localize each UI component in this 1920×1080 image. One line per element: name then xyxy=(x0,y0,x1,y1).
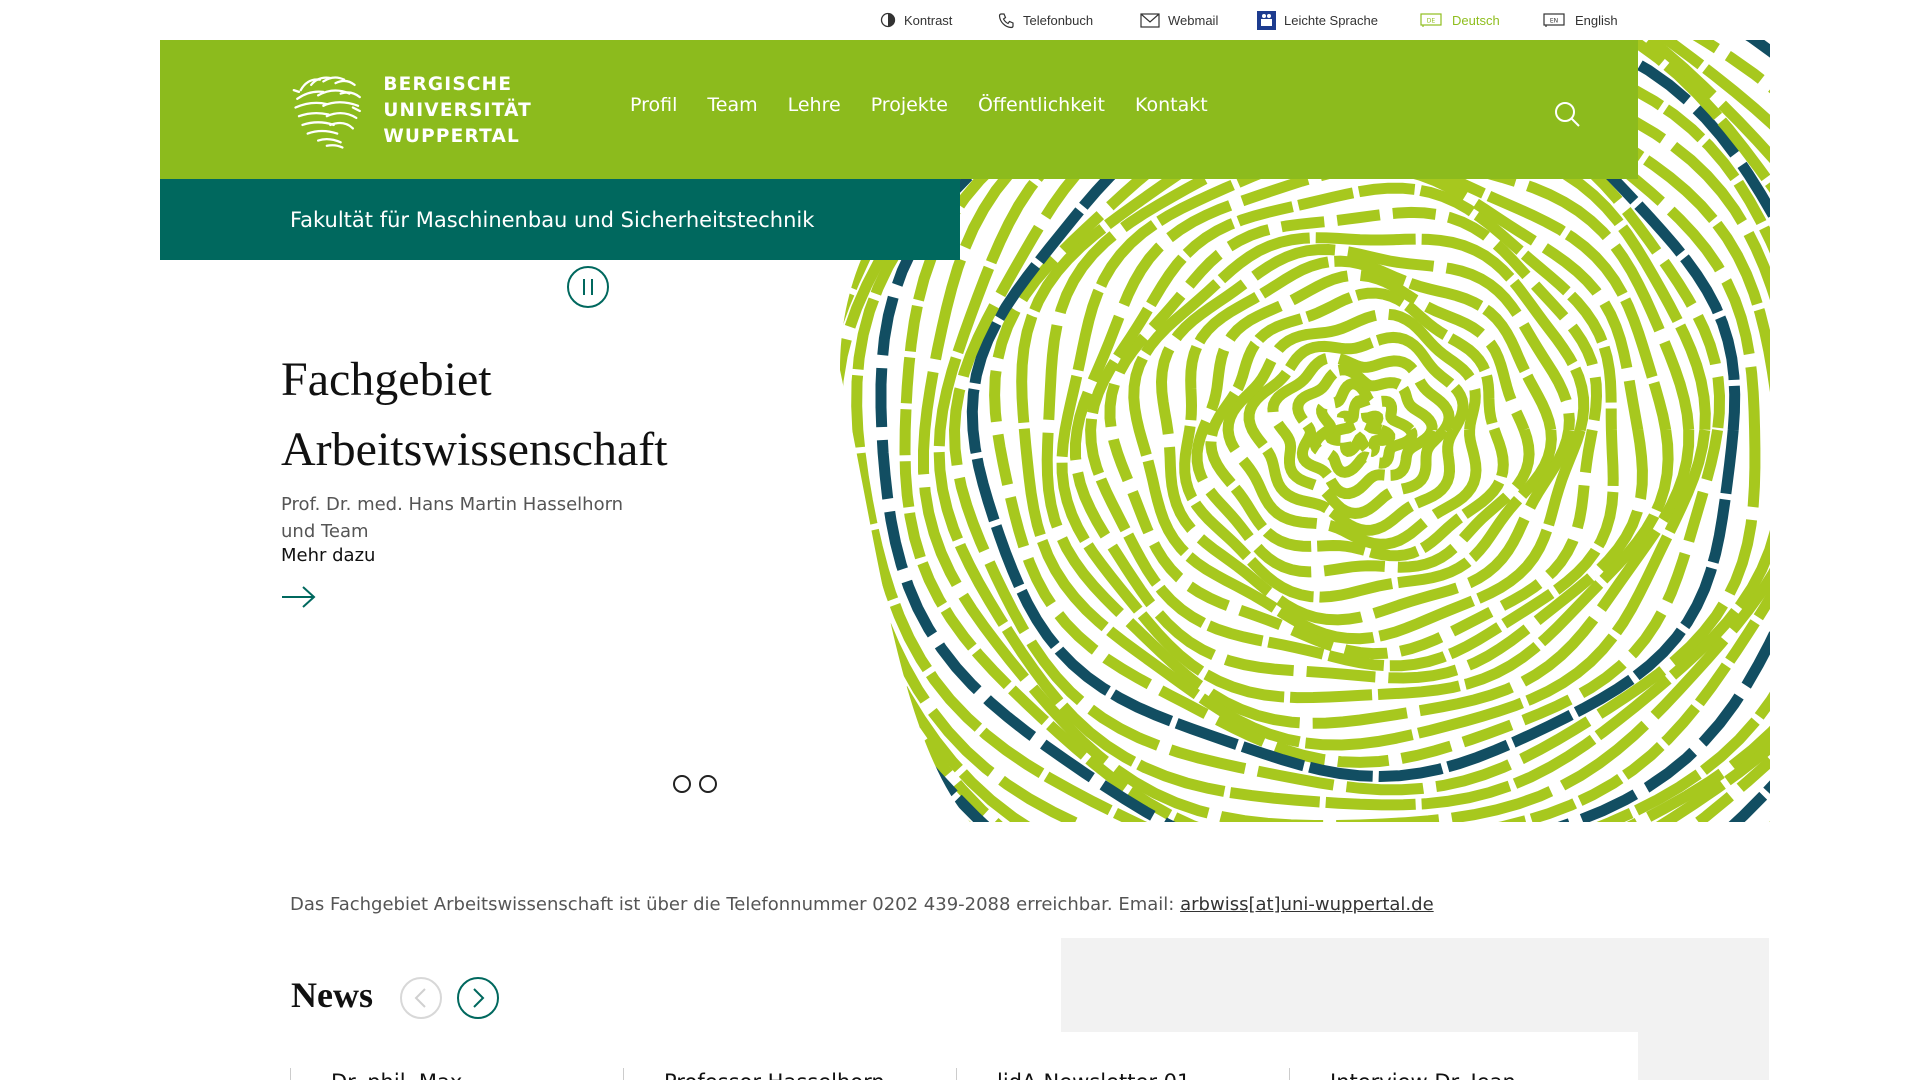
fingerprint-ridge xyxy=(1309,378,1418,478)
news-list: Dr. phil. Max Professor Hasselhorn lidA-… xyxy=(290,1068,1590,1080)
hero-subtitle-line-2: und Team xyxy=(281,521,369,542)
contrast-link[interactable]: Kontrast xyxy=(880,10,952,30)
flag-de-text: DE xyxy=(1427,17,1436,24)
nav-lehre[interactable]: Lehre xyxy=(788,94,841,116)
lion-logo-icon xyxy=(292,76,361,149)
search-icon xyxy=(1555,102,1580,127)
contact-info: Das Fachgebiet Arbeitswissenschaft ist ü… xyxy=(290,894,1434,915)
language-en-link[interactable]: EN English xyxy=(1543,10,1618,30)
flag-en-icon: EN xyxy=(1543,12,1565,27)
faculty-label: Fakultät für Maschinenbau und Sicherheit… xyxy=(290,207,815,232)
pause-icon-bar-left xyxy=(583,279,585,295)
mail-icon xyxy=(1140,12,1160,28)
language-de-link[interactable]: DE Deutsch xyxy=(1420,10,1500,30)
easy-language-icon xyxy=(1257,10,1276,30)
contrast-label: Kontrast xyxy=(904,12,953,28)
site-header: BERGISCHE UNIVERSITÄT WUPPERTAL Profil T… xyxy=(160,40,1638,179)
main-nav: Profil Team Lehre Projekte Öffentlichkei… xyxy=(630,94,1238,116)
slider-pause-button[interactable] xyxy=(567,266,609,308)
chevron-right-icon xyxy=(473,988,485,1008)
faculty-banner[interactable]: Fakultät für Maschinenbau und Sicherheit… xyxy=(160,179,960,260)
hero-title-line-2: Arbeitswissenschaft xyxy=(281,423,668,476)
phonebook-link[interactable]: Telefonbuch xyxy=(998,10,1093,30)
language-en-label: English xyxy=(1575,12,1618,28)
hero-more-link[interactable]: Mehr dazu xyxy=(281,545,375,566)
nav-projekte[interactable]: Projekte xyxy=(871,94,948,116)
logo-line-3: WUPPERTAL xyxy=(383,126,520,147)
nav-oeffentlichkeit[interactable]: Öffentlichkeit xyxy=(978,94,1105,116)
phone-icon xyxy=(998,12,1014,28)
chevron-left-icon xyxy=(414,988,426,1008)
arrow-right-icon[interactable] xyxy=(281,583,317,611)
logo-text: BERGISCHE UNIVERSITÄT WUPPERTAL xyxy=(383,72,532,150)
slider-dot-2[interactable] xyxy=(699,775,717,793)
news-item-1[interactable]: Dr. phil. Max xyxy=(290,1068,462,1080)
easy-language-label: Leichte Sprache xyxy=(1284,12,1378,28)
language-de-label: Deutsch xyxy=(1452,12,1500,28)
phonebook-label: Telefonbuch xyxy=(1023,12,1094,28)
news-prev-button[interactable] xyxy=(400,977,442,1019)
university-logo[interactable]: BERGISCHE UNIVERSITÄT WUPPERTAL xyxy=(292,66,532,156)
slider-dot-1[interactable] xyxy=(673,775,691,793)
webmail-label: Webmail xyxy=(1168,12,1219,28)
search-button[interactable] xyxy=(1552,100,1582,130)
hero-title: Fachgebiet Arbeitswissenschaft xyxy=(281,345,801,485)
hero-title-line-1: Fachgebiet xyxy=(281,353,492,406)
contact-email-link[interactable]: arbwiss[at]uni-wuppertal.de xyxy=(1180,894,1434,915)
utility-bar: Kontrast Telefonbuch Webmail Leichte Spr… xyxy=(0,0,1920,40)
logo-line-1: BERGISCHE xyxy=(383,74,513,95)
nav-kontakt[interactable]: Kontakt xyxy=(1135,94,1208,116)
news-next-button[interactable] xyxy=(457,977,499,1019)
logo-line-2: UNIVERSITÄT xyxy=(383,100,532,121)
pause-icon-bar-right xyxy=(591,279,593,295)
hero-subtitle: Prof. Dr. med. Hans Martin Hasselhorn un… xyxy=(281,491,641,545)
webmail-link[interactable]: Webmail xyxy=(1140,10,1218,30)
contrast-icon xyxy=(880,12,896,28)
nav-team[interactable]: Team xyxy=(707,94,757,116)
flag-en-text: EN xyxy=(1550,17,1558,24)
contact-info-text: Das Fachgebiet Arbeitswissenschaft ist ü… xyxy=(290,894,1181,915)
news-item-3[interactable]: lidA-Newsletter 01 xyxy=(956,1068,1190,1080)
nav-profil[interactable]: Profil xyxy=(630,94,677,116)
news-item-4[interactable]: Interview Dr. Jean xyxy=(1289,1068,1516,1080)
news-item-2[interactable]: Professor Hasselhorn xyxy=(623,1068,885,1080)
easy-language-link[interactable]: Leichte Sprache xyxy=(1257,10,1378,30)
hero-subtitle-line-1: Prof. Dr. med. Hans Martin Hasselhorn xyxy=(281,494,624,515)
flag-de-icon: DE xyxy=(1420,12,1442,27)
fingerprint-ridge xyxy=(1324,394,1396,457)
news-heading: News xyxy=(291,975,373,1015)
slider-dots xyxy=(673,775,717,793)
